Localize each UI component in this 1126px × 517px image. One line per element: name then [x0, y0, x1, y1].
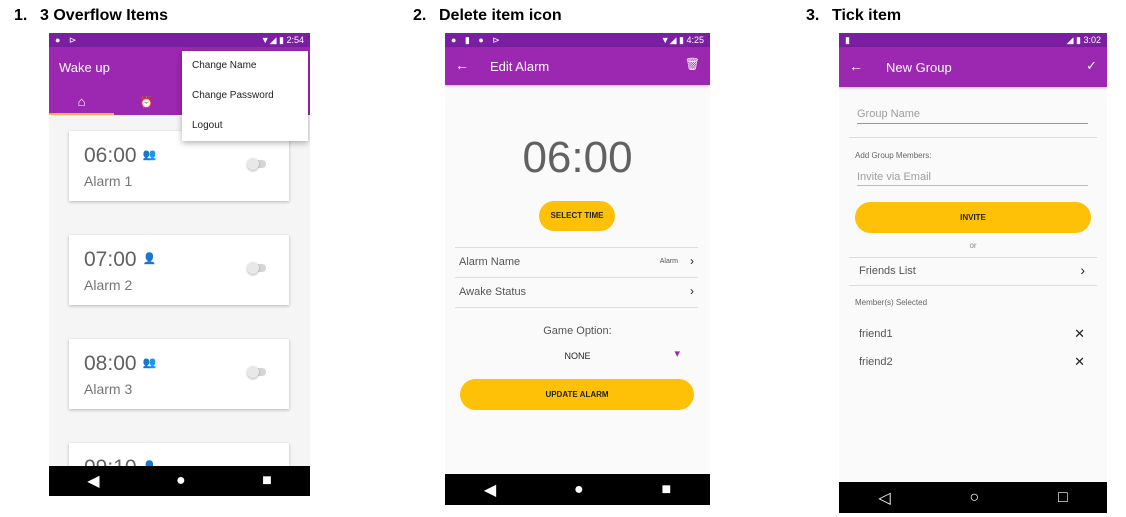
nav-bar: ◀ ● ■	[445, 474, 710, 505]
recents-nav-icon[interactable]: ■	[661, 481, 671, 499]
page-title: Edit Alarm	[490, 59, 550, 74]
invite-email-input[interactable]: Invite via Email	[857, 171, 1088, 186]
alarm-time-display: 06:00	[522, 133, 633, 182]
alarm-name-value: Alarm	[659, 258, 678, 265]
menu-item-change-name[interactable]: Change Name	[182, 51, 308, 81]
alarm-toggle[interactable]	[247, 366, 266, 378]
update-alarm-button[interactable]: UPDATE ALARM	[460, 379, 694, 410]
tick-icon[interactable]: ✓	[1086, 58, 1097, 74]
alarm-time: 08:00	[84, 352, 137, 375]
status-bar: ▮ ◢ ▮ 3:02	[839, 33, 1107, 47]
alarm-name: Alarm 3	[84, 381, 133, 397]
tab-home[interactable]: ⌂	[49, 94, 114, 115]
app-bar: ← New Group ✓	[839, 47, 1107, 87]
recents-nav-icon[interactable]: ■	[262, 472, 272, 490]
nav-bar: ◁ ○ □	[839, 482, 1107, 513]
status-bar: ● ▮ ● ⊳ ▼◢ ▮ 4:25	[445, 33, 710, 47]
phone-edit-alarm: ● ▮ ● ⊳ ▼◢ ▮ 4:25 ← Edit Alarm 🗑 06:00 S…	[445, 33, 710, 505]
group-icon: 👥	[142, 149, 157, 161]
delete-icon[interactable]: 🗑	[685, 57, 700, 71]
recents-nav-icon[interactable]: □	[1058, 489, 1068, 507]
add-members-label: Add Group Members:	[855, 151, 932, 160]
close-icon[interactable]: ✕	[1074, 326, 1085, 342]
app-title: Wake up	[59, 60, 110, 75]
members-selected-label: Member(s) Selected	[855, 298, 928, 307]
game-option-label: Game Option:	[543, 325, 612, 337]
caption-1: 1. 3 Overflow Items	[14, 7, 169, 24]
caption-2: 2. Delete item icon	[413, 7, 562, 24]
group-name-input[interactable]: Group Name	[857, 108, 1088, 124]
member-item: friend1	[859, 328, 893, 340]
menu-item-change-password[interactable]: Change Password	[182, 81, 308, 111]
person-icon: 👤	[142, 253, 157, 265]
alarm-time: 06:00	[84, 144, 137, 167]
alarm-name-row[interactable]: Alarm Name Alarm ›	[455, 247, 698, 277]
alarm-card[interactable]: 06:00 👥 Alarm 1	[69, 131, 289, 201]
alarm-icon: ⏰	[139, 97, 154, 109]
member-item: friend2	[859, 356, 893, 368]
chevron-right-icon: ›	[690, 254, 694, 268]
app-bar: ← Edit Alarm 🗑	[445, 47, 710, 85]
home-nav-icon[interactable]: ●	[176, 472, 186, 490]
dropdown-arrow-icon[interactable]: ▾	[674, 347, 680, 360]
page-title: New Group	[886, 60, 952, 75]
chevron-right-icon[interactable]: ›	[1080, 262, 1085, 278]
alarm-toggle[interactable]	[247, 262, 266, 274]
alarm-time: 07:00	[84, 248, 137, 271]
home-nav-icon[interactable]: ●	[574, 481, 584, 499]
phone-overflow-menu: ● ⊳ ▼◢ ▮ 2:54 Wake up ⌂ ⏰ 06:00 👥 Alarm 1…	[49, 33, 310, 496]
back-nav-icon[interactable]: ◀	[484, 480, 496, 500]
home-nav-icon[interactable]: ○	[969, 489, 979, 507]
caption-3: 3. Tick item	[806, 7, 902, 24]
overflow-menu: Change Name Change Password Logout	[182, 51, 308, 141]
alarm-card[interactable]: 07:00 👤 Alarm 2	[69, 235, 289, 305]
group-icon: 👥	[142, 357, 157, 369]
phone-new-group: ▮ ◢ ▮ 3:02 ← New Group ✓ Group Name Add …	[839, 33, 1107, 513]
back-arrow-icon[interactable]: ←	[849, 58, 863, 74]
invite-button[interactable]: INVITE	[855, 202, 1091, 233]
home-icon: ⌂	[77, 94, 86, 109]
status-bar: ● ⊳ ▼◢ ▮ 2:54	[49, 33, 310, 47]
divider	[849, 285, 1097, 286]
back-nav-icon[interactable]: ◁	[878, 488, 890, 508]
divider	[849, 137, 1097, 138]
alarm-card[interactable]: 08:00 👥 Alarm 3	[69, 339, 289, 409]
alarm-name: Alarm 2	[84, 277, 133, 293]
friends-list-label[interactable]: Friends List	[859, 265, 916, 277]
back-nav-icon[interactable]: ◀	[87, 471, 99, 491]
alarm-toggle[interactable]	[247, 158, 266, 170]
back-arrow-icon[interactable]: ←	[455, 57, 469, 73]
alarm-name: Alarm 1	[84, 173, 133, 189]
divider	[849, 257, 1097, 258]
chevron-right-icon: ›	[690, 284, 694, 298]
or-label: or	[969, 241, 977, 250]
select-time-button[interactable]: SELECT TIME	[539, 201, 615, 231]
game-option-select[interactable]: NONE	[445, 351, 710, 361]
menu-item-logout[interactable]: Logout	[182, 111, 308, 141]
awake-status-row[interactable]: Awake Status ›	[455, 277, 698, 308]
tab-alarms[interactable]: ⏰	[114, 94, 179, 115]
nav-bar: ◀ ● ■	[49, 466, 310, 496]
close-icon[interactable]: ✕	[1074, 354, 1085, 370]
